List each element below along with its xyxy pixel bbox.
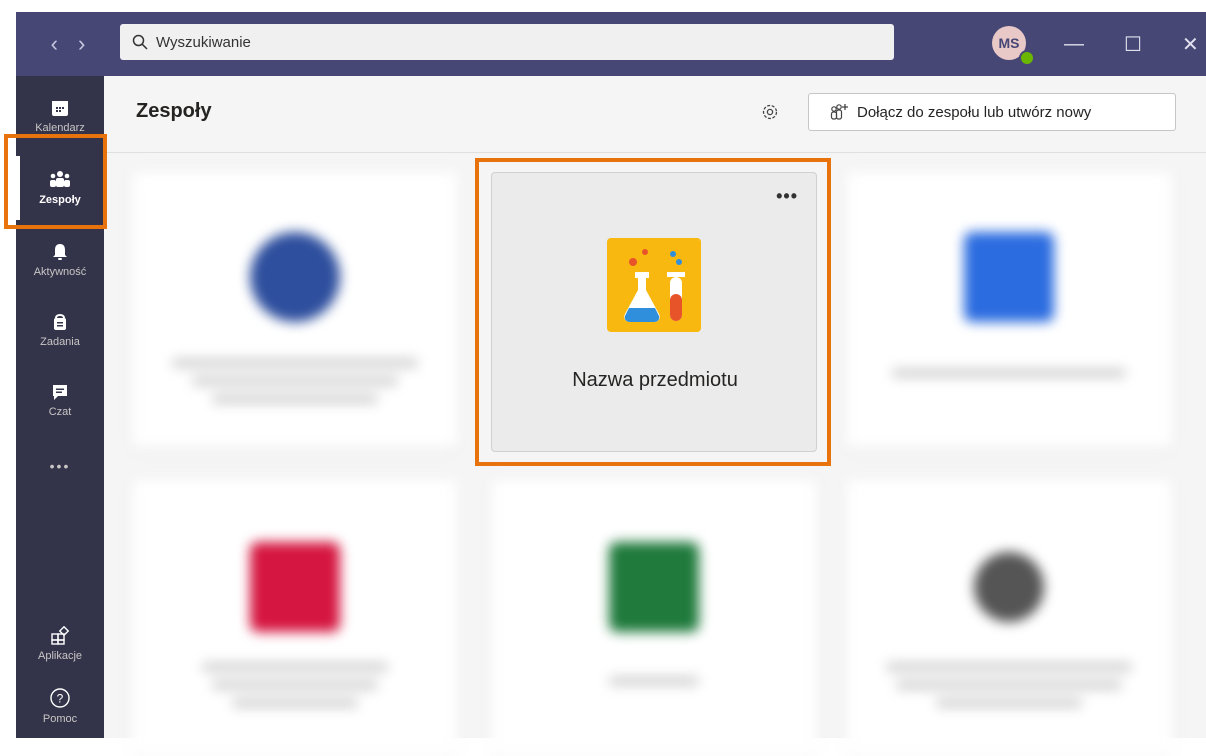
sidebar-item-label: Aplikacje <box>37 650 83 662</box>
sidebar-item-label: Zadania <box>40 336 80 348</box>
team-card[interactable] <box>846 172 1172 448</box>
sidebar-item-label: Kalendarz <box>35 122 85 134</box>
gear-icon[interactable] <box>760 102 780 122</box>
team-avatar <box>250 542 340 632</box>
team-name <box>232 698 358 708</box>
team-avatar <box>964 232 1054 322</box>
sidebar-item-label: Pomoc <box>42 713 78 725</box>
help-icon: ? <box>50 688 70 708</box>
sidebar-item-help[interactable]: ? Pomoc <box>16 674 104 738</box>
team-name <box>192 376 398 386</box>
back-button[interactable]: ‹ <box>51 31 58 57</box>
course-name: Nazwa przedmiotu <box>572 369 738 391</box>
science-flask-icon <box>624 249 685 322</box>
more-icon: ••• <box>49 458 71 474</box>
page-header: Zespoły Dołącz do zespołu lub utwórz now… <box>104 76 1206 153</box>
team-name <box>172 358 418 368</box>
search-placeholder: Wyszukiwanie <box>156 33 251 51</box>
chat-icon <box>53 385 67 400</box>
sidebar-item-label: Zespoły <box>39 194 81 206</box>
forward-button[interactable]: › <box>78 31 85 57</box>
add-team-icon <box>830 104 848 120</box>
team-name <box>212 680 378 690</box>
page-title: Zespoły <box>136 100 212 122</box>
sidebar-item-chat[interactable]: Czat <box>16 368 104 432</box>
team-avatar <box>609 542 699 632</box>
minimize-button[interactable]: — <box>1064 12 1084 76</box>
more-options-button[interactable]: ••• <box>776 187 798 205</box>
team-name <box>892 368 1126 378</box>
teams-panel: Zespoły Dołącz do zespołu lub utwórz now… <box>104 76 1206 756</box>
team-name <box>936 698 1082 708</box>
svg-text:?: ? <box>57 692 64 706</box>
team-avatar <box>974 552 1044 622</box>
join-button-label: Dołącz do zespołu lub utwórz nowy <box>857 103 1092 121</box>
bell-icon <box>53 244 67 260</box>
teams-icon <box>50 171 70 187</box>
app-rail: Kalendarz Zespoły Aktywność Zadania Czat… <box>16 76 104 738</box>
team-name <box>886 662 1132 672</box>
nav-arrows: ‹ › <box>16 31 120 57</box>
sidebar-item-assignments[interactable]: Zadania <box>16 298 104 362</box>
sidebar-item-activity[interactable]: Aktywność <box>16 228 104 292</box>
sidebar-item-teams[interactable]: Zespoły <box>16 156 104 220</box>
calendar-icon <box>52 101 68 116</box>
team-card[interactable] <box>132 172 458 448</box>
join-or-create-team-button[interactable]: Dołącz do zespołu lub utwórz nowy <box>808 93 1176 131</box>
sidebar-item-label: Aktywność <box>33 266 87 278</box>
search-icon <box>132 34 148 50</box>
title-bar: ‹ › Wyszukiwanie MS — ☐ ✕ <box>16 12 1206 76</box>
maximize-button[interactable]: ☐ <box>1124 12 1142 76</box>
top-bar: ‹ › Wyszukiwanie MS — ☐ ✕ <box>0 0 1206 87</box>
team-name <box>609 676 699 686</box>
assignments-icon <box>54 314 66 330</box>
sidebar-item-apps[interactable]: Aplikacje <box>16 612 104 676</box>
class-team-card[interactable]: ••• Nazwa przedmiotu <box>491 172 817 452</box>
sidebar-item-label: Czat <box>48 406 72 418</box>
team-name <box>212 394 378 404</box>
team-avatar <box>250 232 340 322</box>
course-avatar <box>607 238 701 332</box>
team-name <box>896 680 1122 690</box>
team-card[interactable] <box>846 480 1172 756</box>
more-apps-button[interactable]: ••• <box>16 434 104 498</box>
apps-icon <box>51 626 70 645</box>
search-input[interactable]: Wyszukiwanie <box>120 24 894 60</box>
close-button[interactable]: ✕ <box>1182 12 1199 76</box>
team-card[interactable] <box>132 480 458 756</box>
team-name <box>202 662 388 672</box>
status-badge <box>1019 50 1035 66</box>
sidebar-item-calendar[interactable]: Kalendarz <box>16 84 104 148</box>
team-card[interactable] <box>491 480 817 756</box>
